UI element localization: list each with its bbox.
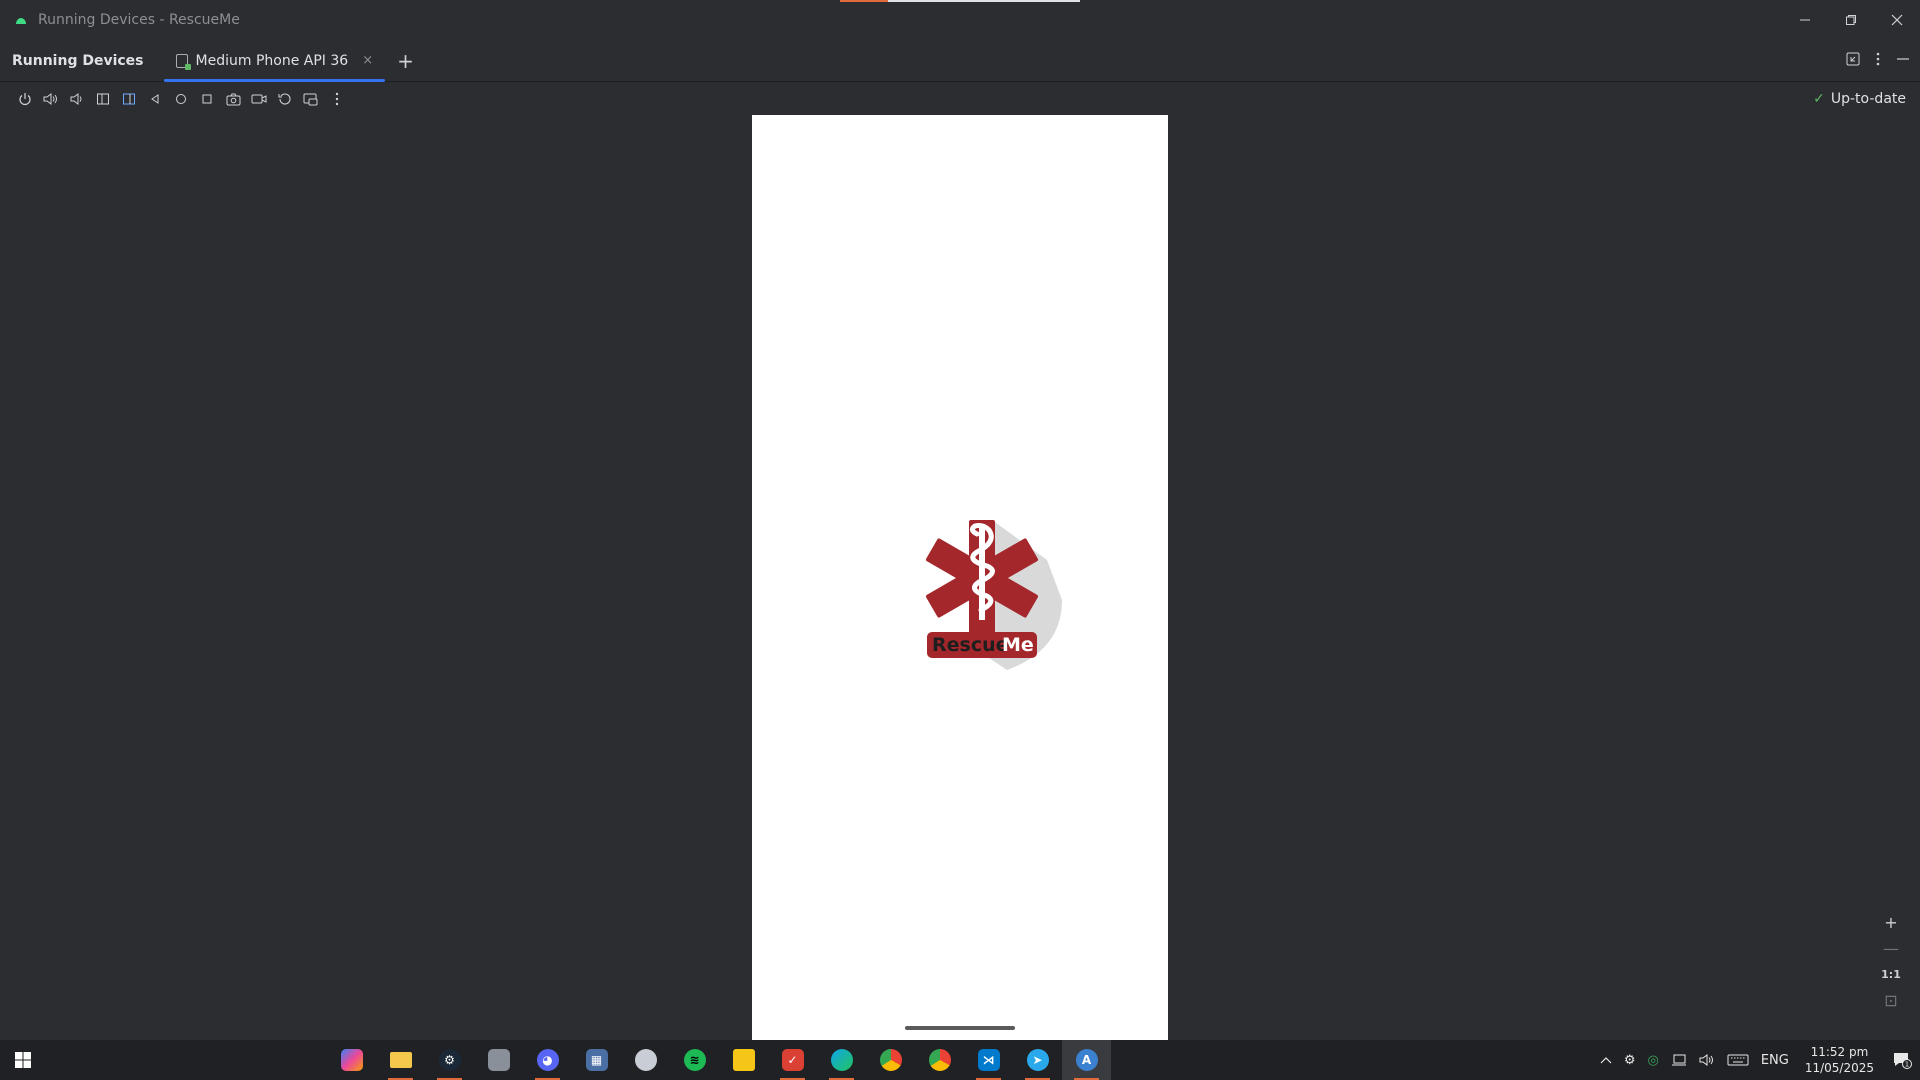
taskbar-vscode[interactable]: ⋊ bbox=[964, 1040, 1013, 1080]
gesture-nav-handle[interactable] bbox=[905, 1026, 1015, 1030]
taskbar-sticky-notes[interactable] bbox=[719, 1040, 768, 1080]
edge-icon bbox=[830, 1049, 853, 1071]
android-studio-taskbar-icon: A bbox=[1075, 1049, 1098, 1071]
detach-icon[interactable] bbox=[1846, 52, 1860, 70]
todoist-icon: ✓ bbox=[781, 1049, 804, 1071]
discord-icon: ◕ bbox=[536, 1049, 559, 1071]
notification-count: 1 bbox=[1905, 1061, 1909, 1069]
zoom-actual-size-button[interactable]: 1:1 bbox=[1880, 964, 1902, 984]
taskbar-chrome[interactable] bbox=[915, 1040, 964, 1080]
progress-accent bbox=[840, 0, 888, 2]
windows-icon bbox=[15, 1052, 31, 1068]
taskbar-edge[interactable] bbox=[817, 1040, 866, 1080]
vscode-icon: ⋊ bbox=[977, 1049, 1000, 1071]
add-tab-button[interactable]: + bbox=[397, 49, 414, 73]
taskbar-copilot[interactable] bbox=[327, 1040, 376, 1080]
steam-tray-icon[interactable]: ⚙ bbox=[1618, 1053, 1642, 1068]
close-window-button[interactable] bbox=[1874, 0, 1920, 40]
rotate-left-icon[interactable] bbox=[90, 86, 116, 112]
copilot-icon bbox=[340, 1049, 363, 1071]
more-options-icon[interactable] bbox=[1876, 52, 1880, 70]
notification-icon: 1 bbox=[1894, 1053, 1912, 1069]
taskbar-spotify[interactable]: ≋ bbox=[670, 1040, 719, 1080]
notification-center-button[interactable]: 1 bbox=[1884, 1051, 1920, 1069]
tab-bar: Running Devices Medium Phone API 36 × + bbox=[0, 40, 1920, 82]
taskbar-android-studio[interactable]: A bbox=[1062, 1040, 1111, 1080]
taskbar-security[interactable] bbox=[621, 1040, 670, 1080]
network-icon[interactable] bbox=[1665, 1053, 1693, 1067]
zoom-out-button[interactable]: — bbox=[1880, 938, 1902, 958]
tray-status-icon[interactable]: ◎ bbox=[1641, 1053, 1664, 1068]
zoom-controls: + — 1:1 ⊡ bbox=[1880, 912, 1902, 1010]
restore-button[interactable] bbox=[1828, 0, 1874, 40]
screenshot-icon[interactable] bbox=[220, 86, 246, 112]
device-screen[interactable]: Rescue Me bbox=[752, 115, 1168, 1040]
windows-taskbar: ⚙ ◕ ▦ ≋ ✓ ⋊ ➤ A ⚙ ◎ ENG 11:52 pm 11/05/2… bbox=[0, 1040, 1920, 1080]
close-tab-icon[interactable]: × bbox=[362, 53, 373, 68]
taskbar-chrome-profile[interactable] bbox=[866, 1040, 915, 1080]
taskbar-calculator[interactable]: ▦ bbox=[572, 1040, 621, 1080]
active-tab-indicator bbox=[163, 78, 386, 82]
calculator-icon: ▦ bbox=[585, 1049, 608, 1071]
taskbar-todoist[interactable]: ✓ bbox=[768, 1040, 817, 1080]
sticky-note-icon bbox=[732, 1049, 755, 1071]
system-tray: ⚙ ◎ ENG 11:52 pm 11/05/2025 1 bbox=[1594, 1040, 1920, 1080]
taskbar-apps: ⚙ ◕ ▦ ≋ ✓ ⋊ ➤ A bbox=[327, 1040, 1111, 1080]
zoom-fit-button[interactable]: ⊡ bbox=[1880, 990, 1902, 1010]
clock-date: 11/05/2025 bbox=[1804, 1061, 1874, 1075]
rotate-right-icon[interactable] bbox=[116, 86, 142, 112]
minimize-button[interactable] bbox=[1782, 0, 1828, 40]
taskbar-discord[interactable]: ◕ bbox=[523, 1040, 572, 1080]
folder-icon bbox=[389, 1052, 412, 1068]
taskbar-file-explorer[interactable] bbox=[376, 1040, 425, 1080]
taskbar-steam[interactable]: ⚙ bbox=[425, 1040, 474, 1080]
tab-label: Medium Phone API 36 bbox=[195, 52, 349, 69]
status-text: Up-to-date bbox=[1830, 91, 1906, 107]
check-icon: ✓ bbox=[1813, 91, 1825, 107]
sync-status: ✓ Up-to-date bbox=[1813, 83, 1906, 115]
hide-panel-icon[interactable] bbox=[1896, 52, 1910, 70]
telegram-icon: ➤ bbox=[1026, 1049, 1049, 1071]
device-toolbar: ✓ Up-to-date bbox=[0, 83, 1920, 115]
taskbar-telegram[interactable]: ➤ bbox=[1013, 1040, 1062, 1080]
overview-icon[interactable] bbox=[194, 86, 220, 112]
language-indicator[interactable]: ENG bbox=[1755, 1053, 1795, 1068]
chrome-icon bbox=[928, 1049, 951, 1071]
drive-icon bbox=[487, 1049, 510, 1071]
device-icon bbox=[175, 53, 191, 70]
logo-text-me: Me bbox=[1002, 634, 1034, 656]
power-icon[interactable] bbox=[12, 86, 38, 112]
reset-icon[interactable] bbox=[272, 86, 298, 112]
tab-medium-phone[interactable]: Medium Phone API 36 × bbox=[163, 40, 386, 82]
logo-text-rescue: Rescue bbox=[932, 634, 1009, 656]
snapshot-icon[interactable] bbox=[298, 86, 324, 112]
rescueme-logo: Rescue Me bbox=[926, 520, 1062, 670]
screen-record-icon[interactable] bbox=[246, 86, 272, 112]
keyboard-icon[interactable] bbox=[1721, 1054, 1755, 1066]
volume-up-icon[interactable] bbox=[38, 86, 64, 112]
clock-time: 11:52 pm bbox=[1810, 1045, 1869, 1059]
window-title: Running Devices - RescueMe bbox=[38, 12, 240, 28]
back-icon[interactable] bbox=[142, 86, 168, 112]
android-studio-icon bbox=[16, 18, 26, 24]
spotify-icon: ≋ bbox=[683, 1049, 706, 1071]
start-button[interactable] bbox=[0, 1040, 46, 1080]
volume-icon[interactable] bbox=[1693, 1053, 1721, 1067]
title-bar: Running Devices - RescueMe bbox=[0, 0, 1920, 40]
show-hidden-icons-chevron-icon[interactable] bbox=[1594, 1056, 1618, 1064]
shield-icon bbox=[634, 1049, 657, 1071]
toolbar-more-icon[interactable] bbox=[324, 86, 350, 112]
zoom-in-button[interactable]: + bbox=[1880, 912, 1902, 932]
tool-window-title: Running Devices bbox=[12, 52, 144, 69]
taskbar-file-manager[interactable] bbox=[474, 1040, 523, 1080]
home-icon[interactable] bbox=[168, 86, 194, 112]
clock[interactable]: 11:52 pm 11/05/2025 bbox=[1795, 1044, 1884, 1076]
chrome-profile-icon bbox=[879, 1049, 902, 1071]
steam-icon: ⚙ bbox=[438, 1049, 461, 1071]
volume-down-icon[interactable] bbox=[64, 86, 90, 112]
